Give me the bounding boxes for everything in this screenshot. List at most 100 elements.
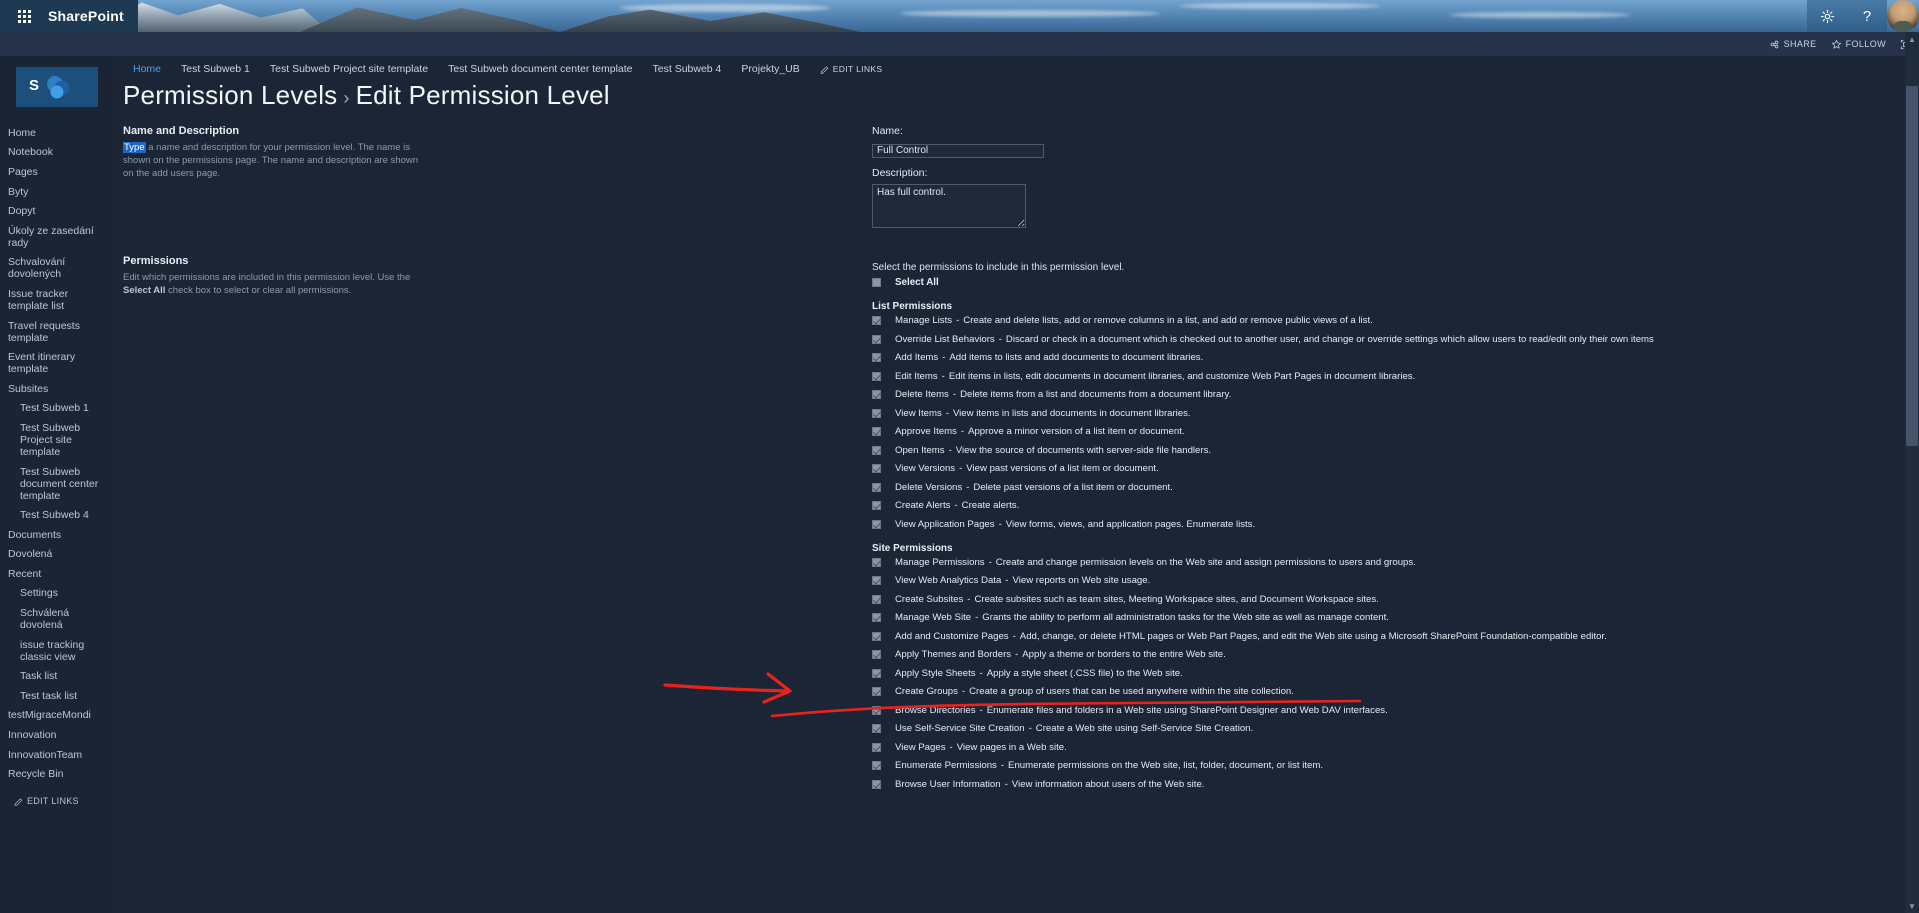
top-nav-item-home[interactable]: Home (123, 61, 171, 77)
share-button[interactable]: SHARE (1769, 39, 1817, 50)
follow-button[interactable]: FOLLOW (1831, 39, 1886, 50)
permission-checkbox[interactable] (872, 445, 881, 455)
rail-item-schv-len-dovolen[interactable]: Schválená dovolená (0, 603, 115, 635)
rail-item-documents[interactable]: Documents (0, 525, 115, 545)
rail-item-byty[interactable]: Byty (0, 182, 115, 202)
permission-row[interactable]: View Versions - View past versions of a li… (872, 463, 1654, 474)
permission-checkbox[interactable] (872, 464, 881, 473)
site-logo[interactable]: S (16, 67, 98, 107)
top-nav-item-test-subweb-project-site-template[interactable]: Test Subweb Project site template (260, 61, 438, 77)
permission-checkbox[interactable] (872, 761, 881, 770)
permission-checkbox[interactable] (872, 650, 881, 659)
rail-edit-links-button[interactable]: EDIT LINKS (0, 784, 115, 810)
rail-item-event-itinerary-template[interactable]: Event itinerary template (0, 347, 115, 379)
permission-row[interactable]: Add Items - Add items to lists and add doc… (872, 352, 1654, 363)
permission-checkbox[interactable] (872, 687, 881, 696)
help-icon[interactable]: ? (1847, 0, 1887, 32)
rail-item-settings[interactable]: Settings (0, 584, 115, 604)
scroll-up-arrow-icon[interactable]: ▲ (1905, 32, 1919, 46)
top-nav-item-projekty-ub[interactable]: Projekty_UB (731, 61, 809, 77)
top-nav-item-test-subweb-1[interactable]: Test Subweb 1 (171, 61, 260, 77)
rail-item-test-subweb-project-site-template[interactable]: Test Subweb Project site template (0, 418, 115, 462)
description-textarea[interactable] (872, 184, 1026, 228)
select-all-checkbox[interactable] (872, 278, 881, 287)
gear-icon[interactable] (1807, 0, 1847, 32)
rail-item-test-subweb-document-center-template[interactable]: Test Subweb document center template (0, 462, 115, 506)
permission-checkbox[interactable] (872, 371, 881, 381)
rail-item-innovation[interactable]: Innovation (0, 725, 115, 745)
permission-checkbox[interactable] (872, 482, 881, 492)
permission-row[interactable]: Delete Versions - Delete past versions of … (872, 482, 1654, 493)
permission-checkbox[interactable] (872, 742, 881, 752)
vertical-scrollbar[interactable]: ▲ ▼ (1905, 32, 1919, 913)
permission-row[interactable]: Approve Items - Approve a minor version of… (872, 426, 1654, 437)
rail-item-home[interactable]: Home (0, 123, 115, 143)
top-nav-item-test-subweb-document-center-template[interactable]: Test Subweb document center template (438, 61, 642, 77)
permission-checkbox[interactable] (872, 594, 881, 604)
permission-checkbox[interactable] (872, 613, 881, 622)
rail-item-recycle-bin[interactable]: Recycle Bin (0, 764, 115, 784)
permission-row[interactable]: Add and Customize Pages - Add, change, or … (872, 631, 1654, 642)
permission-checkbox[interactable] (872, 501, 881, 510)
permission-row[interactable]: Manage Lists - Create and delete lists, ad… (872, 315, 1654, 326)
permission-checkbox[interactable] (872, 779, 881, 789)
permission-row[interactable]: View Items - View items in lists and docum… (872, 408, 1654, 419)
permission-row[interactable]: Create Subsites - Create subsites such as … (872, 594, 1654, 605)
permission-checkbox[interactable] (872, 519, 881, 529)
permission-row[interactable]: Manage Web Site - Grants the ability to pe… (872, 612, 1654, 623)
permission-row[interactable]: Edit Items - Edit items in lists, edit doc… (872, 371, 1654, 382)
permission-row[interactable]: Apply Style Sheets - Apply a style sheet (… (872, 668, 1654, 679)
permission-checkbox[interactable] (872, 427, 881, 436)
permission-row[interactable]: View Application Pages - View forms, views… (872, 519, 1654, 530)
permission-row[interactable]: Browse Directories - Enumerate files and f… (872, 705, 1654, 716)
rail-item-innovationteam[interactable]: InnovationTeam (0, 745, 115, 765)
permission-checkbox[interactable] (872, 334, 881, 344)
rail-item-dovolen[interactable]: Dovolená (0, 545, 115, 565)
scrollbar-thumb[interactable] (1906, 86, 1918, 446)
name-input[interactable] (872, 143, 1044, 158)
rail-item-issue-tracking-classic-view[interactable]: issue tracking classic view (0, 635, 115, 667)
permission-row[interactable]: View Pages - View pages in a Web site. (872, 742, 1654, 753)
rail-item-issue-tracker-template-list[interactable]: Issue tracker template list (0, 284, 115, 316)
permission-checkbox[interactable] (872, 668, 881, 678)
permission-checkbox[interactable] (872, 557, 881, 567)
rail-item-schvalov-n-dovolen-ch[interactable]: Schvalování dovolených (0, 253, 115, 285)
permission-row[interactable]: Use Self-Service Site Creation - Create a … (872, 723, 1654, 734)
permission-row[interactable]: Delete Items - Delete items from a list an… (872, 389, 1654, 400)
rail-item-pages[interactable]: Pages (0, 162, 115, 182)
waffle-grid-icon[interactable] (0, 0, 48, 32)
rail-item-dopyt[interactable]: Dopyt (0, 201, 115, 221)
permission-checkbox[interactable] (872, 316, 881, 325)
scroll-down-arrow-icon[interactable]: ▼ (1905, 899, 1919, 913)
permission-checkbox[interactable] (872, 353, 881, 362)
permission-row[interactable]: Enumerate Permissions - Enumerate permissi… (872, 760, 1654, 771)
permission-checkbox[interactable] (872, 705, 881, 715)
sharepoint-brand-link[interactable]: SharePoint (48, 8, 124, 24)
permission-row[interactable]: Apply Themes and Borders - Apply a theme o… (872, 649, 1654, 660)
permission-checkbox[interactable] (872, 408, 881, 418)
permission-row[interactable]: Create Groups - Create a group of users th… (872, 686, 1654, 697)
user-avatar[interactable] (1887, 0, 1919, 32)
rail-item-task-list[interactable]: Task list (0, 666, 115, 686)
permission-row[interactable]: Open Items - View the source of documents … (872, 445, 1654, 456)
rail-item-recent[interactable]: Recent (0, 564, 115, 584)
permission-checkbox[interactable] (872, 576, 881, 585)
permission-row[interactable]: Override List Behaviors - Discard or check… (872, 334, 1654, 345)
select-all-row[interactable]: Select All (872, 277, 1654, 288)
top-nav-item-test-subweb-4[interactable]: Test Subweb 4 (643, 61, 732, 77)
permission-checkbox[interactable] (872, 390, 881, 399)
rail-item-test-subweb-1[interactable]: Test Subweb 1 (0, 399, 115, 419)
permission-row[interactable]: Manage Permissions - Create and change per… (872, 557, 1654, 568)
permission-row[interactable]: Browse User Information - View information… (872, 779, 1654, 790)
permission-row[interactable]: Create Alerts - Create alerts. (872, 500, 1654, 511)
rail-item-travel-requests-template[interactable]: Travel requests template (0, 316, 115, 348)
rail-item-testmigracemondi[interactable]: testMigraceMondi (0, 706, 115, 726)
rail-item-subsites[interactable]: Subsites (0, 379, 115, 399)
rail-item-notebook[interactable]: Notebook (0, 143, 115, 163)
rail-item-test-task-list[interactable]: Test task list (0, 686, 115, 706)
rail-item-koly-ze-zased-n-rady[interactable]: Úkoly ze zasedání rady (0, 221, 115, 253)
permission-row[interactable]: View Web Analytics Data - View reports on … (872, 575, 1654, 586)
page-title-primary[interactable]: Permission Levels (123, 80, 337, 110)
top-edit-links-button[interactable]: EDIT LINKS (810, 64, 883, 74)
permission-checkbox[interactable] (872, 631, 881, 641)
